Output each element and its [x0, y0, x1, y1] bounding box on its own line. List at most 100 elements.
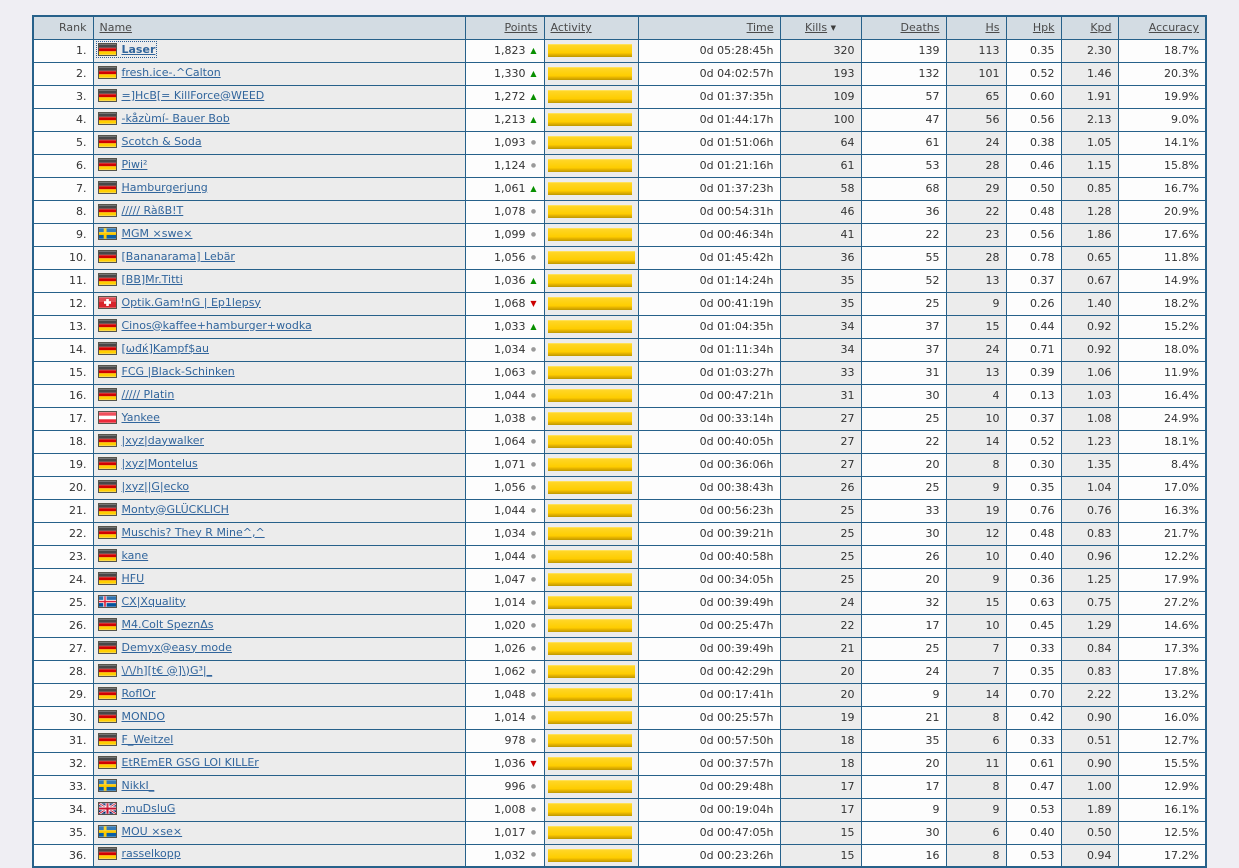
- hs-cell: 15: [945, 314, 1007, 339]
- player-link[interactable]: Optik.Gam!nG | Ep1lepsy: [97, 295, 261, 309]
- player-link[interactable]: [Bananarama] Lebär: [97, 249, 235, 263]
- points-value: 1,044: [494, 389, 526, 402]
- accuracy-cell: 18.2%: [1117, 291, 1207, 316]
- player-name-cell: FCG |Black-Schinken: [92, 360, 466, 385]
- time-cell: 0d 00:36:06h: [637, 452, 781, 477]
- hs-cell: 10: [945, 406, 1007, 431]
- player-link[interactable]: Yankee: [97, 410, 160, 424]
- player-link[interactable]: kane: [97, 548, 148, 562]
- player-link[interactable]: [BB]Mr.Titti: [97, 272, 183, 286]
- deaths-cell: 32: [860, 590, 947, 615]
- hs-cell: 8: [945, 774, 1007, 799]
- accuracy-cell: 12.7%: [1117, 728, 1207, 753]
- kpd-header-link[interactable]: Kpd: [1090, 21, 1111, 34]
- trend-steady-icon: ●: [530, 667, 537, 675]
- player-row: 22. Muschis? They R Mine^,^ 1,034 ● 0d 0…: [32, 521, 1207, 546]
- player-link[interactable]: Monty@GLÜCKLICH: [97, 502, 229, 516]
- deaths-cell: 132: [860, 61, 947, 86]
- rank-cell: 19.: [32, 452, 94, 477]
- hs-cell: 13: [945, 268, 1007, 293]
- player-link[interactable]: F_Weitzel: [97, 732, 173, 746]
- player-link[interactable]: ///// RàßB!T: [97, 203, 183, 217]
- points-cell: 1,071 ●: [464, 452, 545, 477]
- hpk-cell: 0.13: [1005, 383, 1062, 408]
- kpd-cell: 1.28: [1060, 199, 1119, 224]
- points-value: 1,061: [494, 182, 526, 195]
- trend-steady-icon: ●: [530, 644, 537, 652]
- points-cell: 1,036 ▲: [464, 268, 545, 293]
- player-link[interactable]: |xyz|daywalker: [97, 433, 204, 447]
- hs-header-link[interactable]: Hs: [985, 21, 999, 34]
- player-row: 8. ///// RàßB!T 1,078 ● 0d 00:54:31h 46 …: [32, 199, 1207, 224]
- points-value: 1,063: [494, 366, 526, 379]
- player-link[interactable]: Piwi²: [97, 157, 147, 171]
- player-name-cell: Laser: [92, 38, 466, 63]
- player-link[interactable]: MOU ×se×: [97, 824, 182, 838]
- player-link[interactable]: M4.Colt SpeznΔs: [97, 617, 214, 631]
- time-cell: 0d 00:25:57h: [637, 705, 781, 730]
- time-cell: 0d 00:40:58h: [637, 544, 781, 569]
- player-link[interactable]: -kåzùmí- Bauer Bob: [97, 111, 230, 125]
- time-header-link[interactable]: Time: [747, 21, 774, 34]
- player-link[interactable]: FCG |Black-Schinken: [97, 364, 235, 378]
- points-value: 1,032: [494, 848, 526, 862]
- activity-bar: [547, 573, 632, 586]
- deaths-header-link[interactable]: Deaths: [901, 21, 940, 34]
- accuracy-header-link[interactable]: Accuracy: [1149, 21, 1199, 34]
- player-link[interactable]: EtREmER GSG LOl KILLEr: [97, 755, 259, 769]
- kills-cell: 15: [779, 843, 862, 868]
- player-link[interactable]: .muDsluG: [97, 801, 175, 815]
- player-link[interactable]: |xyz||G|ecko: [97, 479, 189, 493]
- flag-de-icon: [97, 640, 117, 654]
- player-link[interactable]: rasselkopp: [97, 847, 181, 861]
- points-header-link[interactable]: Points: [504, 21, 537, 34]
- flag-de-icon: [97, 433, 117, 447]
- player-link[interactable]: RoflOr: [97, 686, 156, 700]
- trend-steady-icon: ●: [530, 713, 537, 721]
- player-link[interactable]: Cinos@kaffee+hamburger+wodka: [97, 318, 312, 332]
- player-link[interactable]: MONDO: [97, 709, 165, 723]
- player-link[interactable]: fresh.ice-.^Calton: [97, 65, 221, 79]
- hs-cell: 28: [945, 245, 1007, 270]
- hs-cell: 8: [945, 452, 1007, 477]
- player-name-label: Cinos@kaffee+hamburger+wodka: [121, 318, 312, 332]
- player-link[interactable]: Hamburgerjung: [97, 180, 208, 194]
- flag-de-icon: [97, 134, 117, 148]
- kills-header-link[interactable]: Kills: [805, 21, 827, 34]
- player-link[interactable]: Muschis? They R Mine^,^: [97, 525, 265, 539]
- trend-steady-icon: ●: [530, 345, 537, 353]
- player-link[interactable]: CX|Xquality: [97, 594, 186, 608]
- player-link[interactable]: MGM ×swe×: [97, 226, 192, 240]
- hs-cell: 11: [945, 751, 1007, 776]
- hs-cell: 19: [945, 498, 1007, 523]
- kills-cell: 33: [779, 360, 862, 385]
- player-link[interactable]: [ωđќ]Kampf$au: [97, 341, 209, 355]
- activity-header-link[interactable]: Activity: [551, 21, 592, 34]
- player-link[interactable]: NikkI_: [97, 778, 154, 792]
- player-link[interactable]: =]HcB[= KillForce@WEED: [97, 88, 265, 102]
- time-cell: 0d 01:37:23h: [637, 176, 781, 201]
- player-link[interactable]: Laser: [95, 40, 158, 58]
- activity-bar: [547, 734, 632, 747]
- flag-de-icon: [97, 88, 117, 102]
- player-link[interactable]: ///// Platin: [97, 387, 174, 401]
- player-row: 24. HFU 1,047 ● 0d 00:34:05h 25 20 9 0.3…: [32, 567, 1207, 592]
- activity-cell: [543, 774, 639, 799]
- player-link[interactable]: \/\/h][t€ @]\)G³|_: [97, 663, 212, 677]
- player-link[interactable]: HFU: [97, 571, 144, 585]
- player-row: 5. Scotch & Soda 1,093 ● 0d 01:51:06h 64…: [32, 130, 1207, 155]
- name-header-link[interactable]: Name: [100, 21, 132, 34]
- player-link[interactable]: Demyx@easy mode: [97, 640, 232, 654]
- player-name-label: =]HcB[= KillForce@WEED: [121, 88, 265, 102]
- kills-cell: 320: [779, 38, 862, 63]
- hpk-header-link[interactable]: Hpk: [1033, 21, 1055, 34]
- accuracy-cell: 11.8%: [1117, 245, 1207, 270]
- player-link[interactable]: Scotch & Soda: [97, 134, 202, 148]
- hpk-cell: 0.39: [1005, 360, 1062, 385]
- player-link[interactable]: |xyz|Montelus: [97, 456, 198, 470]
- activity-cell: [543, 498, 639, 523]
- accuracy-cell: 15.2%: [1117, 314, 1207, 339]
- deaths-cell: 20: [860, 751, 947, 776]
- points-cell: 1,014 ●: [464, 590, 545, 615]
- player-name-cell: -kåzùmí- Bauer Bob: [92, 107, 466, 132]
